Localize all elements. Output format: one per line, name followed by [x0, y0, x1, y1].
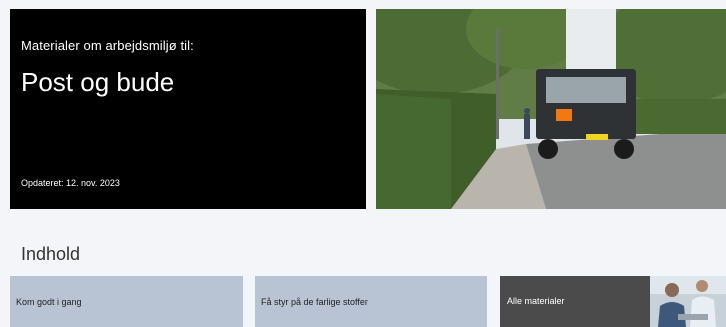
page-title: Post og bude	[21, 67, 175, 97]
card-label: Få styr på de farlige stoffer	[261, 296, 368, 307]
hero-banner: Materialer om arbejdsmiljø til: Post og …	[10, 9, 366, 209]
card-farlige-stoffer[interactable]: Få styr på de farlige stoffer	[255, 276, 487, 327]
card-label: Alle materialer	[507, 296, 565, 306]
card-image-people	[650, 276, 726, 327]
hero-eyebrow: Materialer om arbejdsmiljø til:	[21, 38, 194, 53]
hero-image-truck	[376, 9, 726, 209]
section-title-indhold: Indhold	[21, 244, 81, 264]
card-label: Kom godt i gang	[16, 296, 82, 307]
updated-date: Opdateret: 12. nov. 2023	[21, 178, 120, 188]
card-alle-materialer[interactable]: Alle materialer	[500, 276, 726, 327]
card-kom-godt-i-gang[interactable]: Kom godt i gang	[10, 276, 243, 327]
